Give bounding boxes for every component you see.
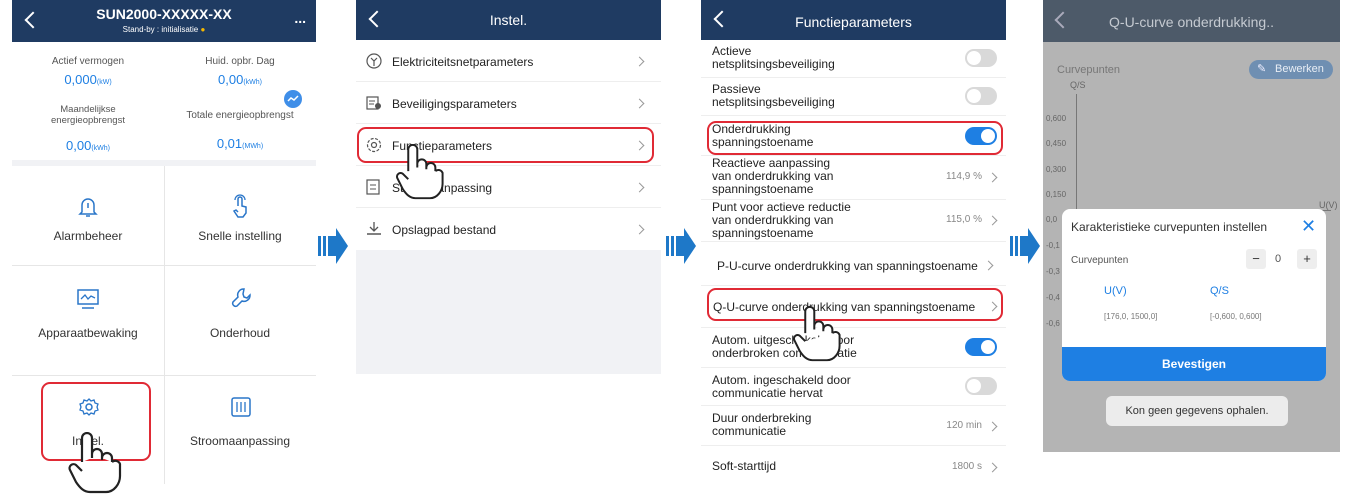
chevron-right-icon [983, 260, 994, 271]
row-passive-islanding[interactable]: Passieve netsplitsingsbeveiliging [701, 78, 1006, 116]
screen-function-params: Functieparameters Actieve netsplitsingsb… [701, 0, 1006, 484]
error-toast: Kon geen gegevens ophalen. [1106, 396, 1288, 426]
stat-monthly-yield: Maandelijkse energieopbrengst 0,00(kWh) [51, 104, 125, 153]
chevron-right-icon [987, 421, 998, 432]
status-dot-icon: ● [200, 25, 206, 34]
flow-arrow-icon [318, 228, 348, 264]
close-icon[interactable]: ✕ [1301, 216, 1316, 237]
row-auto-on-comm[interactable]: Autom. ingeschakeld door communicatie he… [701, 368, 1006, 406]
count-value: 0 [1275, 253, 1282, 265]
y-tick-label: 0,150 [1046, 190, 1067, 199]
row-auto-off-comm[interactable]: Autom. uitgeschakeld door onderbroken co… [701, 328, 1006, 368]
tile-alarm[interactable]: Alarmbeheer [12, 166, 164, 265]
curve-points-dialog: Karakteristieke curvepunten instellen ✕ … [1062, 209, 1326, 381]
tile-quick-settings[interactable]: Snelle instelling [164, 166, 316, 265]
qu-header: Q-U-curve onderdrukking.. [1043, 0, 1340, 42]
voltage-rise-highlight [707, 121, 1003, 155]
active-islanding-toggle[interactable] [965, 49, 997, 67]
col-uv-header: U(V) [1104, 285, 1127, 297]
auto-on-toggle[interactable] [965, 377, 997, 395]
flow-arrow-icon [666, 228, 696, 264]
stats-panel: Actief vermogen 0,000(kW) Huid. opbr. Da… [12, 42, 316, 160]
col-qs-header: Q/S [1210, 285, 1229, 297]
row-reactive-adjustment[interactable]: Reactieve aanpassing van onderdrukking v… [701, 156, 1006, 200]
y-tick-label: 0,300 [1046, 165, 1067, 174]
sliders-icon [231, 397, 251, 417]
function-header: Functieparameters [701, 0, 1006, 40]
more-icon[interactable]: ... [294, 10, 306, 26]
power-icon [366, 179, 380, 195]
settings-header: Instel. [356, 0, 661, 40]
y-tick-label: -0,1 [1046, 241, 1060, 250]
bell-icon [78, 198, 98, 217]
flow-arrow-icon [1010, 228, 1040, 264]
touch-icon [232, 194, 247, 218]
chevron-right-icon [634, 182, 645, 193]
y-tick-label: -0,3 [1046, 267, 1060, 276]
chart-icon[interactable] [284, 90, 302, 108]
row-comm-interruption[interactable]: Duur onderbreking communicatie 120 min [701, 406, 1006, 446]
y-axis-label: Q/S [1070, 80, 1086, 90]
qu-title: Q-U-curve onderdrukking.. [1109, 14, 1274, 30]
auto-off-toggle[interactable] [965, 338, 997, 356]
tap-hand-icon [396, 144, 444, 200]
tile-maintenance[interactable]: Onderhoud [164, 266, 316, 375]
wrench-icon [231, 288, 251, 308]
device-status: Stand-by : initialisatie ● [122, 25, 206, 34]
passive-islanding-toggle[interactable] [965, 87, 997, 105]
chevron-right-icon [987, 172, 998, 183]
qu-curve-highlight [707, 288, 1003, 321]
count-label: Curvepunten [1071, 255, 1129, 266]
minus-button[interactable]: − [1246, 249, 1266, 269]
device-title: SUN2000-XXXXX-XX [96, 6, 232, 22]
y-tick-label: 0,450 [1046, 139, 1067, 148]
dialog-title: Karakteristieke curvepunten instellen [1071, 220, 1268, 234]
edit-button[interactable]: ✎ Bewerken [1249, 60, 1333, 79]
chevron-right-icon [987, 462, 998, 473]
tap-hand-icon [68, 432, 122, 494]
monitor-icon [77, 289, 99, 309]
tap-hand-icon [793, 306, 841, 362]
confirm-button[interactable]: Bevestigen [1062, 347, 1326, 381]
plus-button[interactable]: + [1297, 249, 1317, 269]
qs-range: [-0,600, 0,600] [1210, 312, 1262, 321]
protection-icon [366, 96, 381, 110]
chevron-right-icon [634, 56, 645, 67]
x-axis-label: U(V) [1319, 200, 1338, 210]
settings-item-storage[interactable]: Opslagpad bestand [356, 208, 661, 250]
pencil-icon: ✎ [1257, 63, 1267, 75]
y-tick-label: 0,600 [1046, 114, 1067, 123]
settings-item-grid[interactable]: Elektriciteitsnetparameters [356, 40, 661, 82]
row-active-islanding[interactable]: Actieve netsplitsingsbeveiliging [701, 40, 1006, 78]
row-pu-curve[interactable]: P-U-curve onderdrukking van spanningstoe… [701, 242, 1006, 286]
grid-icon [366, 53, 382, 69]
tile-power-adjustment[interactable]: Stroomaanpassing [164, 376, 316, 484]
function-title: Functieparameters [795, 14, 912, 30]
tile-device-monitoring[interactable]: Apparaatbewaking [12, 266, 164, 375]
download-icon [367, 222, 381, 235]
stat-active-power: Actief vermogen 0,000(kW) [51, 56, 125, 87]
y-tick-label: 0,0 [1046, 215, 1058, 224]
y-tick-label: -0,4 [1046, 293, 1060, 302]
chevron-right-icon [634, 98, 645, 109]
screen-qu-curve: Q-U-curve onderdrukking.. Curvepunten ✎ … [1043, 0, 1340, 452]
chevron-right-icon [987, 215, 998, 226]
row-active-reduction-point[interactable]: Punt voor actieve reductie van onderdruk… [701, 200, 1006, 242]
settings-item-protection[interactable]: Beveiligingsparameters [356, 82, 661, 124]
settings-title: Instel. [489, 12, 528, 28]
home-header: SUN2000-XXXXX-XX Stand-by : initialisati… [12, 0, 316, 42]
uv-range: [176,0, 1500,0] [1104, 312, 1158, 321]
curve-points-label: Curvepunten [1057, 64, 1120, 76]
y-tick-label: -0,6 [1046, 319, 1060, 328]
chevron-right-icon [634, 224, 645, 235]
row-soft-start[interactable]: Soft-starttijd 1800 s [701, 446, 1006, 484]
